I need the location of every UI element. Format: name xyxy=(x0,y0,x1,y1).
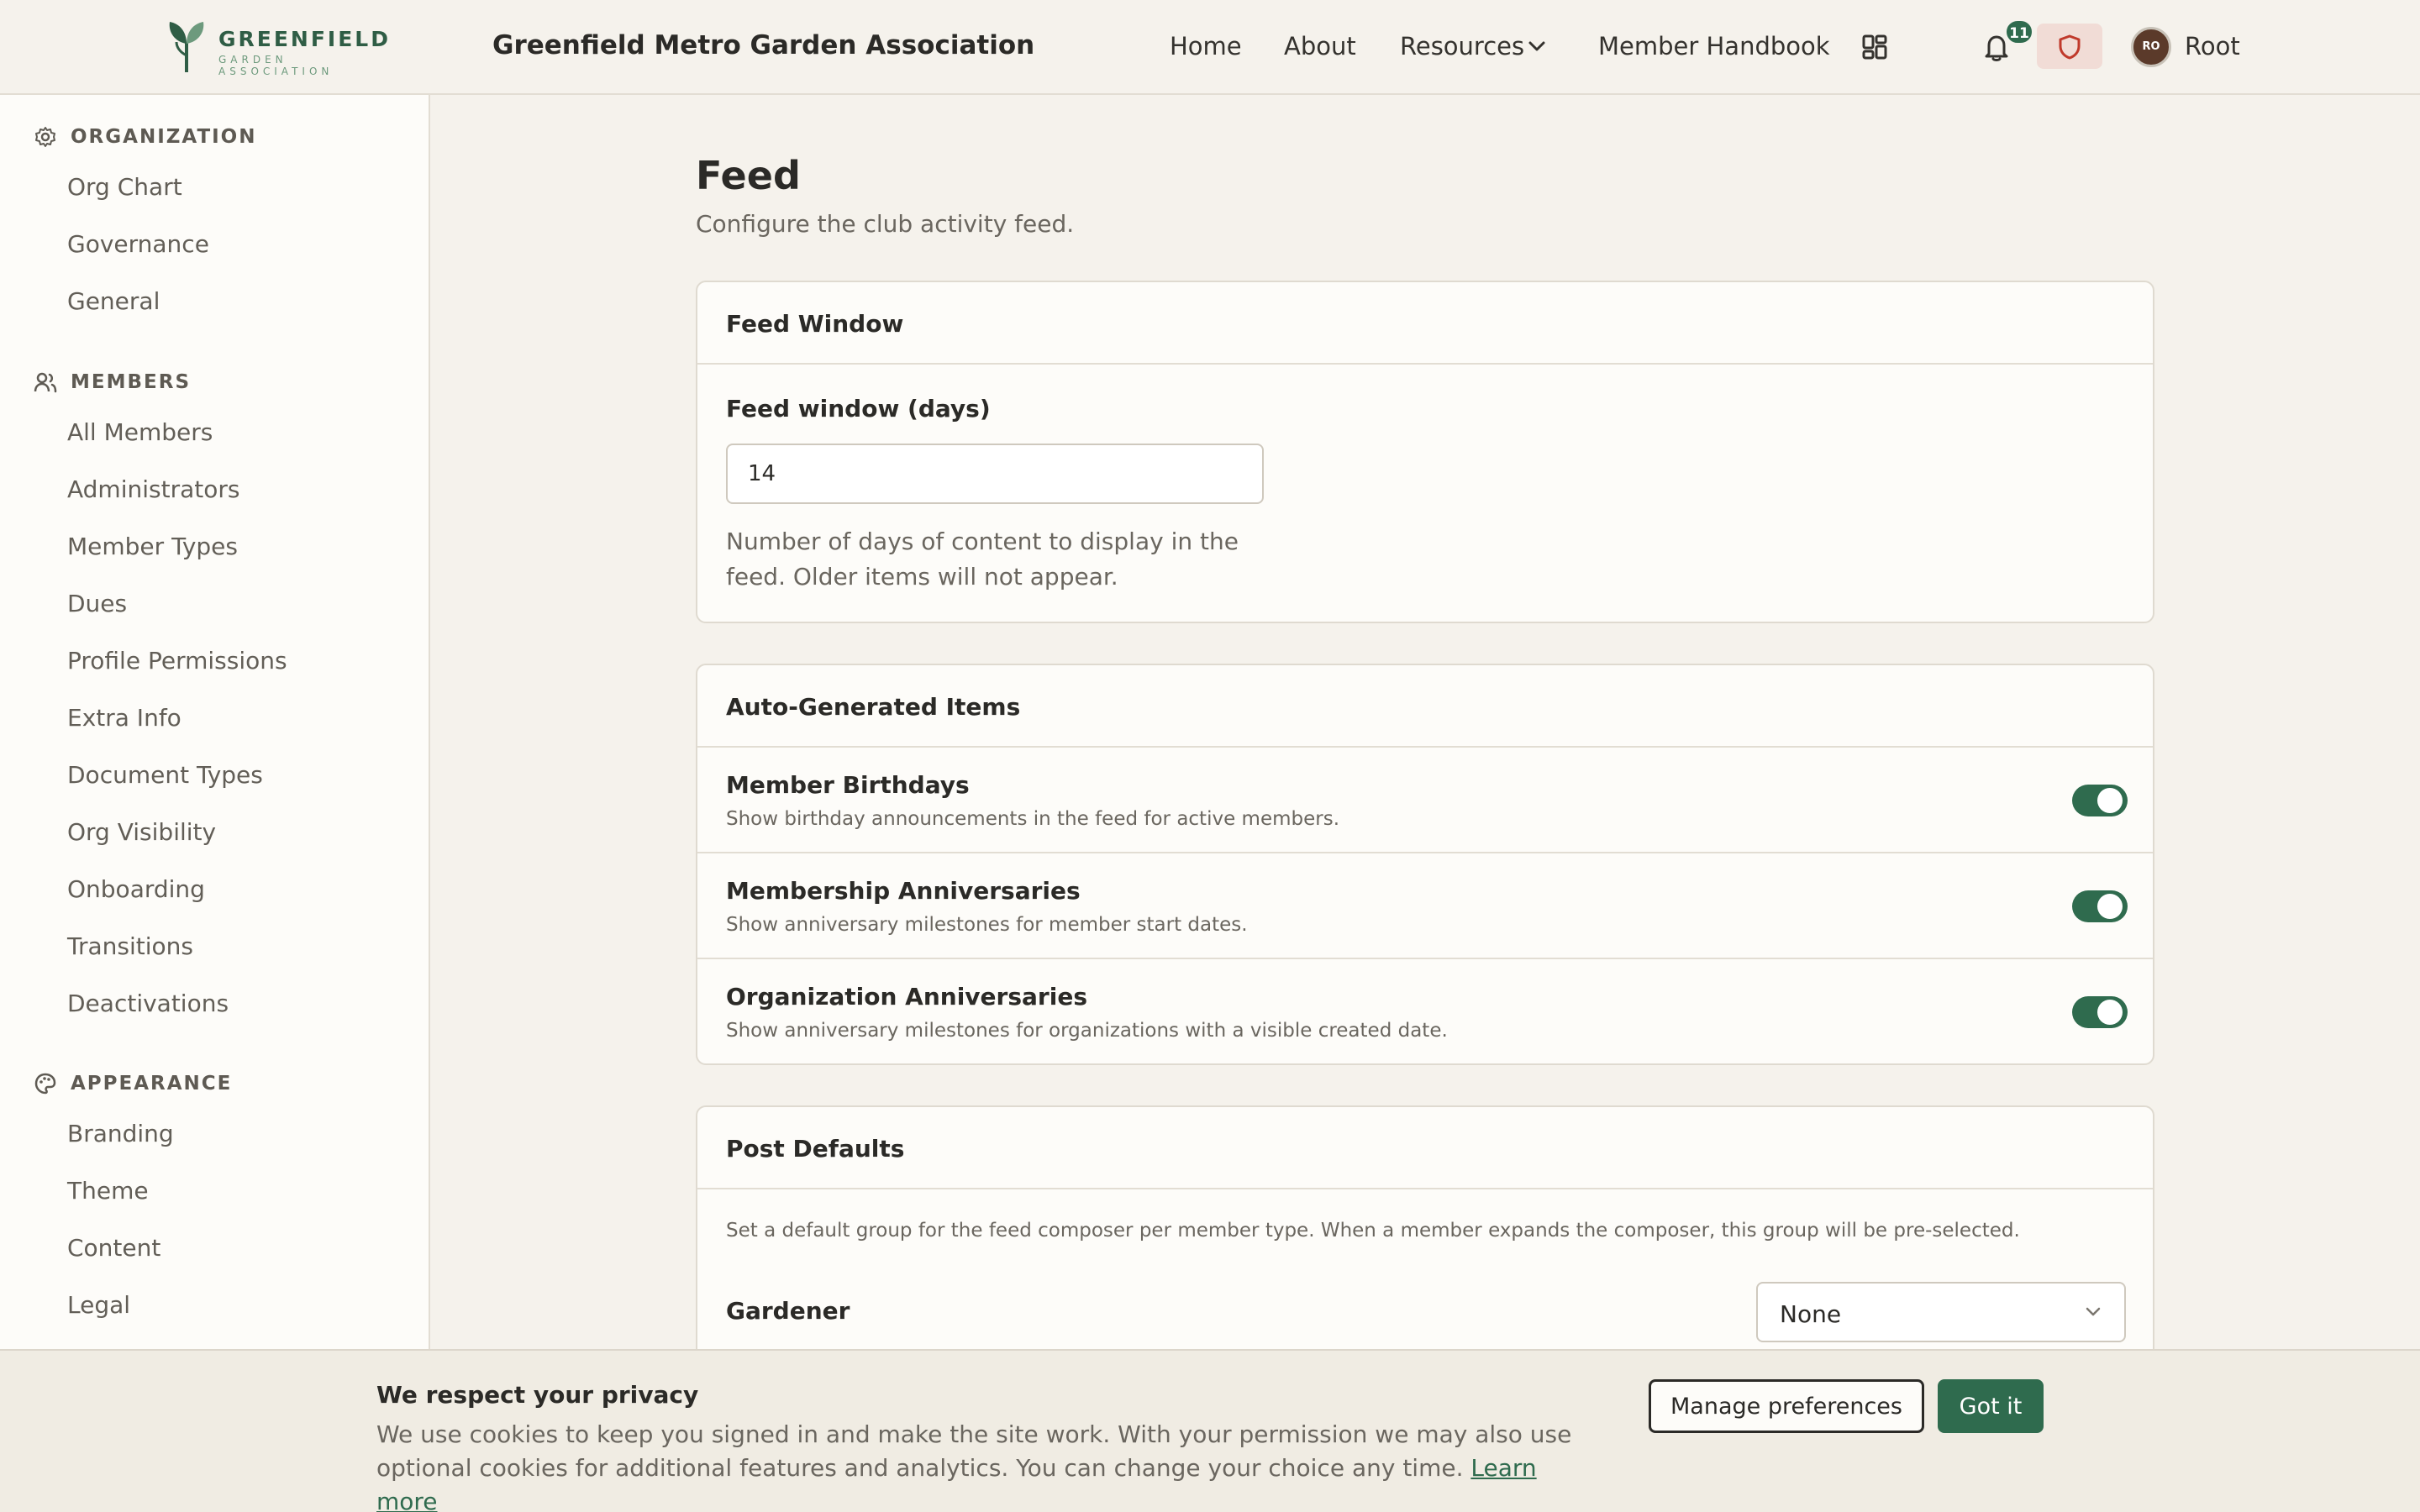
feed-window-label: Feed window (days) xyxy=(726,395,991,423)
member-type-label: Gardener xyxy=(726,1297,850,1325)
card-title: Feed Window xyxy=(726,310,904,338)
feed-window-input[interactable] xyxy=(726,444,1264,504)
cookie-message: We use cookies to keep you signed in and… xyxy=(376,1420,1572,1482)
member-birthdays-toggle[interactable] xyxy=(2072,785,2128,816)
sidebar-item-all-members[interactable]: All Members xyxy=(67,418,213,446)
toggle-title: Membership Anniversaries xyxy=(726,877,1081,905)
feed-window-help: Number of days of content to display in … xyxy=(726,528,1239,591)
toggle-row-membership-anniversaries: Membership Anniversaries Show anniversar… xyxy=(697,853,2153,959)
sidebar-section-title: APPEARANCE xyxy=(71,1073,233,1095)
palette-icon xyxy=(34,1073,56,1095)
sprout-logo-icon xyxy=(169,22,204,72)
sidebar-item-org-visibility[interactable]: Org Visibility xyxy=(67,818,216,846)
site-title: Greenfield Metro Garden Association xyxy=(492,30,1035,60)
page-subtitle: Configure the club activity feed. xyxy=(696,210,1075,238)
page-title: Feed xyxy=(696,153,801,198)
toggle-description: Show anniversary milestones for organiza… xyxy=(726,1020,1448,1042)
sidebar-item-general[interactable]: General xyxy=(67,287,160,315)
cookie-title: We respect your privacy xyxy=(376,1381,699,1409)
chevron-down-icon[interactable] xyxy=(1527,39,1547,54)
nav-member-handbook[interactable]: Member Handbook xyxy=(1598,32,1830,60)
apps-grid-icon[interactable] xyxy=(1862,34,1887,60)
post-defaults-description: Set a default group for the feed compose… xyxy=(726,1220,2020,1242)
sidebar-item-onboarding[interactable]: Onboarding xyxy=(67,875,205,903)
toggle-knob xyxy=(2097,1000,2123,1025)
shield-icon xyxy=(2059,34,2081,60)
site-logo[interactable]: GREENFIELD GARDEN ASSOCIATION xyxy=(165,18,408,77)
user-name[interactable]: Root xyxy=(2185,32,2240,60)
card-title: Auto-Generated Items xyxy=(726,693,1021,721)
select-value: None xyxy=(1780,1300,1842,1328)
gear-icon xyxy=(35,127,55,147)
card-title: Post Defaults xyxy=(726,1135,905,1163)
sidebar-section-title: ORGANIZATION xyxy=(71,126,257,148)
toggle-row-member-birthdays: Member Birthdays Show birthday announcem… xyxy=(697,748,2153,853)
cookie-text: We use cookies to keep you signed in and… xyxy=(376,1418,1603,1512)
logo-name: GREENFIELD xyxy=(218,27,391,51)
nav-about[interactable]: About xyxy=(1284,32,1356,60)
organization-anniversaries-toggle[interactable] xyxy=(2072,996,2128,1028)
notification-count-badge: 11 xyxy=(2005,19,2033,45)
sidebar-item-deactivations[interactable]: Deactivations xyxy=(67,990,229,1017)
toggle-knob xyxy=(2097,788,2123,813)
nav-resources[interactable]: Resources xyxy=(1400,32,1524,60)
manage-preferences-button[interactable]: Manage preferences xyxy=(1649,1379,1924,1433)
sidebar-item-member-types[interactable]: Member Types xyxy=(67,533,238,560)
admin-shield-button[interactable] xyxy=(2037,24,2102,69)
card-header: Post Defaults xyxy=(697,1107,2153,1189)
toggle-description: Show anniversary milestones for member s… xyxy=(726,914,1248,936)
toggle-title: Member Birthdays xyxy=(726,771,970,799)
feed-window-card: Feed Window Feed window (days) Number of… xyxy=(696,281,2154,623)
auto-generated-items-card: Auto-Generated Items Member Birthdays Sh… xyxy=(696,664,2154,1065)
card-header: Auto-Generated Items xyxy=(697,665,2153,748)
toggle-knob xyxy=(2097,894,2123,919)
users-icon xyxy=(34,372,57,393)
logo-tagline: GARDEN ASSOCIATION xyxy=(218,54,334,77)
sidebar-item-dues[interactable]: Dues xyxy=(67,590,127,617)
sidebar-item-branding[interactable]: Branding xyxy=(67,1120,174,1147)
nav-home[interactable]: Home xyxy=(1170,32,1242,60)
sidebar-item-document-types[interactable]: Document Types xyxy=(67,761,263,789)
sidebar-item-governance[interactable]: Governance xyxy=(67,230,209,258)
sidebar-item-legal[interactable]: Legal xyxy=(67,1291,130,1319)
got-it-button[interactable]: Got it xyxy=(1938,1379,2044,1433)
gardener-default-group-select[interactable]: None xyxy=(1756,1282,2126,1342)
toggle-title: Organization Anniversaries xyxy=(726,983,1087,1011)
sidebar-item-extra-info[interactable]: Extra Info xyxy=(67,704,182,732)
settings-sidebar: ORGANIZATION Org Chart Governance Genera… xyxy=(0,95,430,1355)
sidebar-item-transitions[interactable]: Transitions xyxy=(67,932,193,960)
sidebar-item-org-chart[interactable]: Org Chart xyxy=(67,173,182,201)
cookie-banner: We respect your privacy We use cookies t… xyxy=(0,1349,2420,1512)
top-header: GREENFIELD GARDEN ASSOCIATION Greenfield… xyxy=(0,0,2420,95)
sidebar-item-profile-permissions[interactable]: Profile Permissions xyxy=(67,647,287,675)
membership-anniversaries-toggle[interactable] xyxy=(2072,890,2128,922)
sidebar-item-theme[interactable]: Theme xyxy=(67,1177,149,1205)
toggle-description: Show birthday announcements in the feed … xyxy=(726,808,1340,830)
sidebar-section-title: MEMBERS xyxy=(71,371,192,393)
card-header: Feed Window xyxy=(697,282,2153,365)
sidebar-item-administrators[interactable]: Administrators xyxy=(67,475,239,503)
sidebar-item-content[interactable]: Content xyxy=(67,1234,160,1262)
toggle-row-organization-anniversaries: Organization Anniversaries Show annivers… xyxy=(697,959,2153,1063)
avatar[interactable]: RO xyxy=(2131,27,2171,67)
chevron-down-icon xyxy=(2086,1307,2101,1316)
